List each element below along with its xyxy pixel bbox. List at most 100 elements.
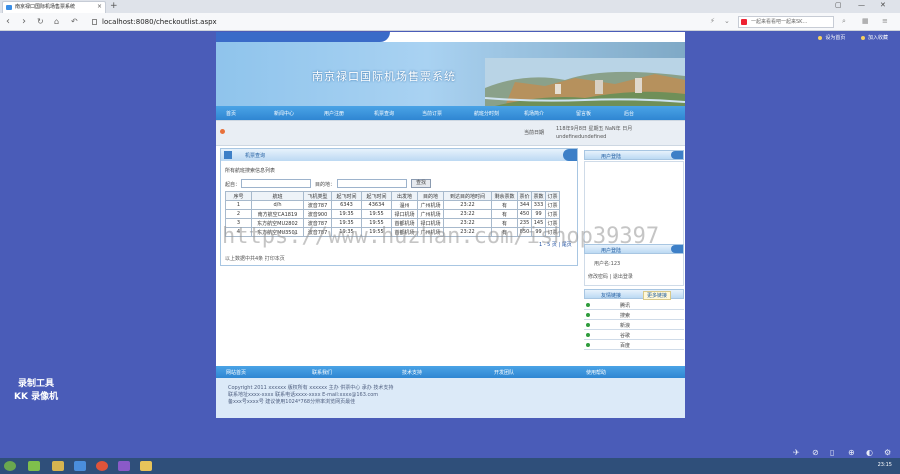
info-icon: [220, 129, 225, 134]
cell: 禄口机场: [391, 209, 418, 219]
nav-item-guestbook[interactable]: 留言板: [576, 110, 591, 117]
clock: 23:15: [877, 462, 892, 468]
list-item[interactable]: 新浪: [584, 320, 684, 330]
date-label: 当前日期: [524, 130, 545, 136]
new-tab-icon[interactable]: +: [110, 1, 118, 11]
restore-icon[interactable]: ▢: [835, 1, 842, 9]
browser-tab[interactable]: 南京禄口国际机场售票系统 ×: [2, 1, 106, 13]
search-button[interactable]: 查找: [411, 179, 431, 188]
list-item[interactable]: 腾讯: [584, 300, 684, 310]
footer-link-help[interactable]: 使用帮助: [586, 369, 606, 376]
set-homepage-link[interactable]: 设为首页: [818, 35, 845, 41]
browser-search-field[interactable]: 一起来看看吧一起来SK…: [738, 16, 834, 28]
start-icon[interactable]: [4, 461, 16, 471]
login-panel-header: 用户登陆: [584, 150, 684, 160]
search-icon[interactable]: ⌕: [842, 17, 846, 26]
add-favorite-link[interactable]: 加入收藏: [860, 35, 888, 41]
list-item[interactable]: 谷歌: [584, 330, 684, 340]
app-icon[interactable]: [28, 461, 40, 471]
footer-link-team[interactable]: 开发团队: [494, 369, 514, 376]
nav-item-news[interactable]: 新闻中心: [274, 110, 294, 117]
top-links: 设为首页 加入收藏: [804, 34, 888, 41]
menu-icon[interactable]: ≡: [882, 17, 888, 25]
list-item[interactable]: 百度: [584, 340, 684, 350]
main-nav: 首页 新闻中心 用户注册 机票查询 当前订票 航班分时刻 机场简介 留言板 后台: [216, 106, 685, 120]
user-name: 用户名:123: [594, 261, 621, 267]
cell: 23:22: [443, 209, 492, 219]
footer-link-contact[interactable]: 联系我们: [312, 369, 332, 376]
url-field[interactable]: localhost:8080/checkoutlist.aspx: [90, 16, 700, 28]
nav-item-admin[interactable]: 后台: [624, 110, 634, 117]
settings-icon[interactable]: ⚙: [884, 448, 891, 457]
minimize-icon[interactable]: —: [858, 1, 865, 9]
book-link[interactable]: 订票: [545, 200, 560, 210]
nav-item-register[interactable]: 用户注册: [324, 110, 344, 117]
panel-bar-icon: [224, 151, 232, 159]
volume-icon[interactable]: ◐: [866, 448, 873, 457]
user-actions[interactable]: 修改密码 | 退出登录: [588, 273, 633, 280]
table-row: 2 南方航空CA1819 波音900 19:35 19:55 禄口机场 广州机场…: [225, 209, 560, 219]
col-header: 起飞时间: [331, 191, 362, 201]
cell: 99: [531, 209, 546, 219]
nav-item-flight-schedule[interactable]: 航班分时刻: [474, 110, 499, 117]
to-input[interactable]: [337, 179, 407, 188]
col-header: 票数: [531, 191, 546, 201]
app-icon[interactable]: [74, 461, 86, 471]
forward-icon[interactable]: ›: [22, 15, 26, 29]
back-icon[interactable]: ‹: [6, 15, 10, 29]
app-icon[interactable]: [52, 461, 64, 471]
cell: 23:22: [443, 200, 492, 210]
link-label: 腾讯: [620, 303, 631, 309]
cell: 广州机场: [417, 209, 444, 219]
lightning-icon[interactable]: ⚡: [710, 17, 715, 25]
bullet-icon: [586, 303, 590, 307]
undo-icon[interactable]: ↶: [71, 15, 78, 29]
footer-link-home[interactable]: 网站首页: [226, 369, 246, 376]
bullet-icon: [586, 343, 590, 347]
nav-item-current-booking[interactable]: 当前订票: [422, 110, 442, 117]
header-cap: [671, 245, 683, 253]
book-link[interactable]: 订票: [545, 209, 560, 219]
more-links-button[interactable]: 更多链接: [643, 291, 672, 300]
link-label: 百度: [620, 343, 631, 349]
cell: 有: [491, 209, 518, 219]
col-header: 飞机类型: [303, 191, 332, 201]
col-header: 目的地: [417, 191, 444, 201]
city-photo: [485, 58, 685, 106]
bullet-icon: [586, 313, 590, 317]
header-swoosh: [216, 32, 390, 42]
bullet-icon: [586, 323, 590, 327]
from-input[interactable]: [241, 179, 311, 188]
tab-close-icon[interactable]: ×: [97, 2, 102, 12]
browser-icon[interactable]: [96, 461, 108, 471]
date-bar: 当前日期 118年9月8日 星期五 NaN年 日月 undefinedundef…: [216, 120, 685, 146]
kk-line: KK 录像机: [14, 392, 59, 402]
copyright-line: 备xxx号xxxx号 建议使用1024*768分辨率浏览网页最佳: [228, 399, 356, 405]
cell: 波音900: [303, 209, 332, 219]
cell: 6343: [331, 200, 362, 210]
footer-link-support[interactable]: 技术支持: [402, 369, 422, 376]
links-panel-header: 友情链接 更多链接: [584, 289, 684, 300]
search-engine-icon: [741, 19, 747, 25]
cell: 波音787: [303, 200, 332, 210]
close-window-icon[interactable]: ✕: [880, 1, 886, 9]
chevron-down-icon[interactable]: ⌄: [724, 17, 730, 25]
link-icon[interactable]: ⊘: [812, 448, 819, 457]
zoom-icon[interactable]: ⊕: [848, 448, 855, 457]
grid-icon[interactable]: ▦: [862, 17, 869, 25]
nav-item-airport-intro[interactable]: 机场简介: [524, 110, 544, 117]
list-item[interactable]: 搜索: [584, 310, 684, 320]
home-icon[interactable]: ⌂: [54, 15, 59, 29]
app-icon[interactable]: [118, 461, 130, 471]
pin-icon[interactable]: ✈: [793, 448, 800, 457]
col-header: 起飞时间: [361, 191, 392, 201]
trash-icon[interactable]: ▯: [830, 448, 834, 457]
link-label: 新浪: [620, 323, 631, 329]
page-icon: [92, 19, 97, 25]
app-icon[interactable]: [140, 461, 152, 471]
reload-icon[interactable]: ↻: [37, 15, 44, 29]
nav-item-home[interactable]: 首页: [226, 110, 236, 117]
footer-nav: 网站首页 联系我们 技术支持 开发团队 使用帮助: [216, 366, 685, 378]
nav-item-ticket-query[interactable]: 机票查询: [374, 110, 394, 117]
copyright: Copyright 2011 xxxxxx 版权所有 xxxxxx 主办 供票中…: [228, 385, 393, 406]
